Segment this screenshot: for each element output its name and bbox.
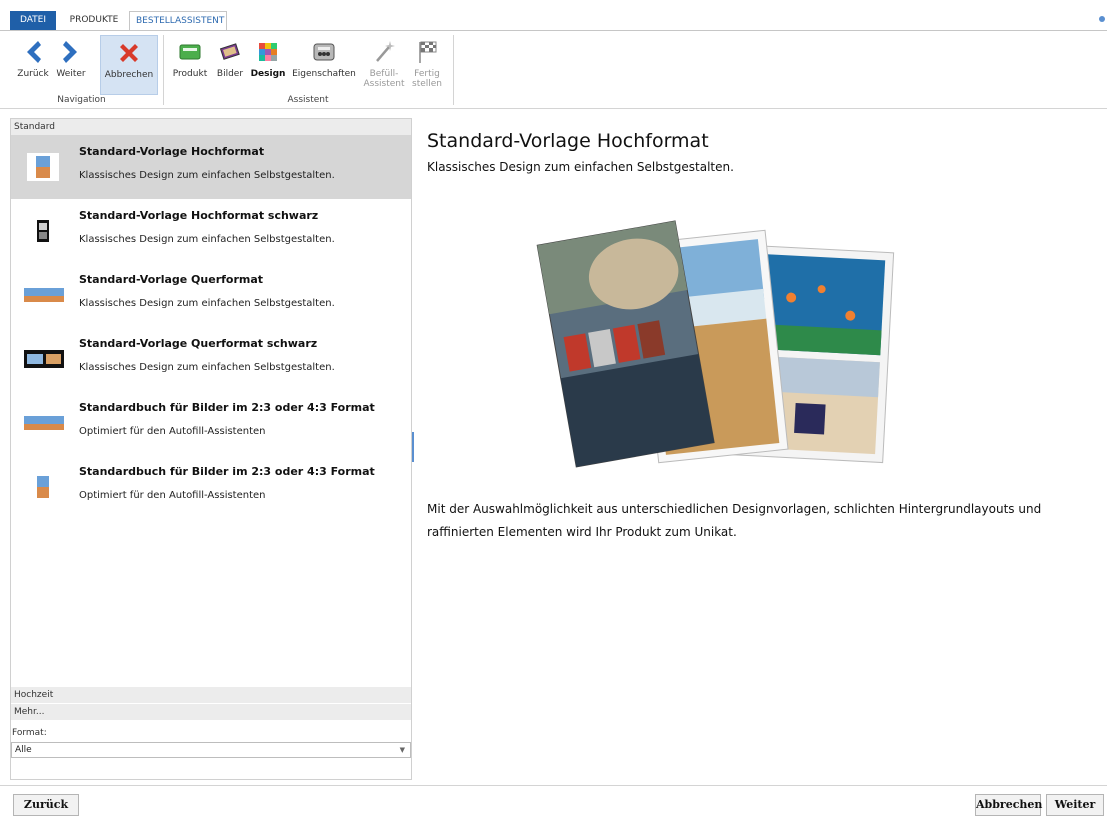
ribbon-product-label: Produkt [172, 69, 208, 79]
arrow-left-icon [27, 41, 41, 63]
format-dropdown-value: Alle [15, 745, 32, 755]
detail-title: Standard-Vorlage Hochformat [427, 130, 709, 152]
back-button[interactable]: Zurück [13, 794, 79, 816]
pictures-icon [219, 43, 240, 60]
ribbon-fill-assistant-button[interactable]: Befüll- Assistent [362, 35, 406, 95]
cancel-button[interactable]: Abbrechen [975, 794, 1042, 816]
category-header-standard[interactable]: Standard [11, 119, 411, 135]
template-description: Optimiert für den Autofill-Assistenten [79, 426, 266, 437]
magic-wand-icon [376, 41, 395, 62]
template-description: Optimiert für den Autofill-Assistenten [79, 490, 266, 501]
template-thumbnail-portrait [27, 153, 59, 181]
tab-datei[interactable]: DATEI [10, 11, 56, 31]
template-item[interactable]: Standardbuch für Bilder im 2:3 oder 4:3 … [11, 391, 411, 455]
product-box-icon [179, 44, 201, 60]
ribbon-cancel-button[interactable]: Abbrechen [100, 35, 158, 95]
template-item[interactable]: Standard-Vorlage Querformat schwarz Klas… [11, 327, 411, 391]
group-divider [453, 35, 454, 105]
template-item[interactable]: Standard-Vorlage Querformat Klassisches … [11, 263, 411, 327]
category-header-hochzeit[interactable]: Hochzeit [11, 687, 411, 703]
ribbon: Zurück Weiter Abbrechen Navigation Produ… [0, 30, 1107, 109]
ribbon-pictures-button[interactable]: Bilder [213, 35, 247, 95]
ribbon-tab-bar: DATEI PRODUKTE BESTELLASSISTENT [0, 0, 1107, 31]
ribbon-finish-label-2: stellen [412, 79, 442, 89]
ribbon-properties-button[interactable]: Eigenschaften [290, 35, 358, 95]
assistant-group-label: Assistent [287, 95, 329, 105]
ribbon-pictures-label: Bilder [216, 69, 244, 79]
ribbon-finish-label-1: Fertig [414, 69, 440, 79]
template-item[interactable]: Standardbuch für Bilder im 2:3 oder 4:3 … [11, 455, 411, 519]
template-title: Standard-Vorlage Hochformat [79, 145, 265, 158]
ribbon-next-button[interactable]: Weiter [54, 35, 88, 95]
category-header-mehr[interactable]: Mehr... [11, 704, 411, 720]
template-thumbnail-portrait-black [37, 220, 49, 242]
template-description: Klassisches Design zum einfachen Selbstg… [79, 170, 335, 181]
ribbon-next-label: Weiter [56, 69, 86, 79]
pane-splitter[interactable] [412, 432, 415, 462]
ribbon-fill-label-1: Befüll- [369, 69, 399, 79]
cancel-x-icon [120, 44, 138, 62]
template-list-pane: Standard Standard-Vorlage Hochformat Kla… [10, 118, 412, 780]
arrow-right-icon [63, 41, 77, 63]
ribbon-properties-label: Eigenschaften [292, 69, 356, 79]
template-description: Klassisches Design zum einfachen Selbstg… [79, 362, 335, 373]
next-button[interactable]: Weiter [1046, 794, 1104, 816]
navigation-group-label: Navigation [57, 95, 106, 105]
ribbon-back-label: Zurück [17, 69, 49, 79]
checkered-flag-icon [419, 41, 437, 63]
template-title: Standardbuch für Bilder im 2:3 oder 4:3 … [79, 401, 375, 414]
detail-body: Mit der Auswahlmöglichkeit aus unterschi… [427, 502, 1042, 539]
template-thumbnail-portrait [37, 476, 49, 498]
template-title: Standard-Vorlage Hochformat schwarz [79, 209, 319, 222]
template-description: Klassisches Design zum einfachen Selbstg… [79, 298, 335, 309]
template-thumbnail-landscape-black [24, 350, 64, 368]
photobook-preview-image [536, 220, 895, 468]
footer-divider [0, 785, 1107, 786]
tab-bestellassistent[interactable]: BESTELLASSISTENT [129, 11, 227, 31]
ribbon-cancel-label: Abbrechen [104, 70, 154, 80]
chevron-down-icon: ▼ [399, 746, 405, 754]
template-detail-pane: Standard-Vorlage Hochformat Klassisches … [418, 118, 1107, 780]
format-label: Format: [12, 728, 47, 738]
detail-subtitle: Klassisches Design zum einfachen Selbstg… [427, 160, 734, 174]
template-item[interactable]: Standard-Vorlage Hochformat Klassisches … [11, 135, 411, 199]
template-thumbnail-landscape [24, 288, 64, 302]
ribbon-design-label: Design [250, 69, 286, 79]
template-item[interactable]: Standard-Vorlage Hochformat schwarz Klas… [11, 199, 411, 263]
template-title: Standard-Vorlage Querformat schwarz [79, 337, 318, 350]
template-description: Klassisches Design zum einfachen Selbstg… [79, 234, 335, 245]
ribbon-fill-label-2: Assistent [363, 79, 405, 89]
ribbon-finish-button[interactable]: Fertig stellen [408, 35, 446, 95]
properties-panel-icon [313, 43, 335, 61]
template-title: Standard-Vorlage Querformat [79, 273, 264, 286]
format-dropdown[interactable]: Alle ▼ [11, 742, 411, 758]
ribbon-back-button[interactable]: Zurück [16, 35, 50, 95]
design-palette-icon [259, 43, 277, 61]
tab-produkte[interactable]: PRODUKTE [62, 11, 126, 31]
ribbon-design-button[interactable]: Design [250, 35, 286, 95]
template-thumbnail-landscape [24, 416, 64, 430]
help-icon[interactable] [1099, 16, 1105, 22]
template-title: Standardbuch für Bilder im 2:3 oder 4:3 … [79, 465, 375, 478]
ribbon-product-button[interactable]: Produkt [170, 35, 210, 95]
